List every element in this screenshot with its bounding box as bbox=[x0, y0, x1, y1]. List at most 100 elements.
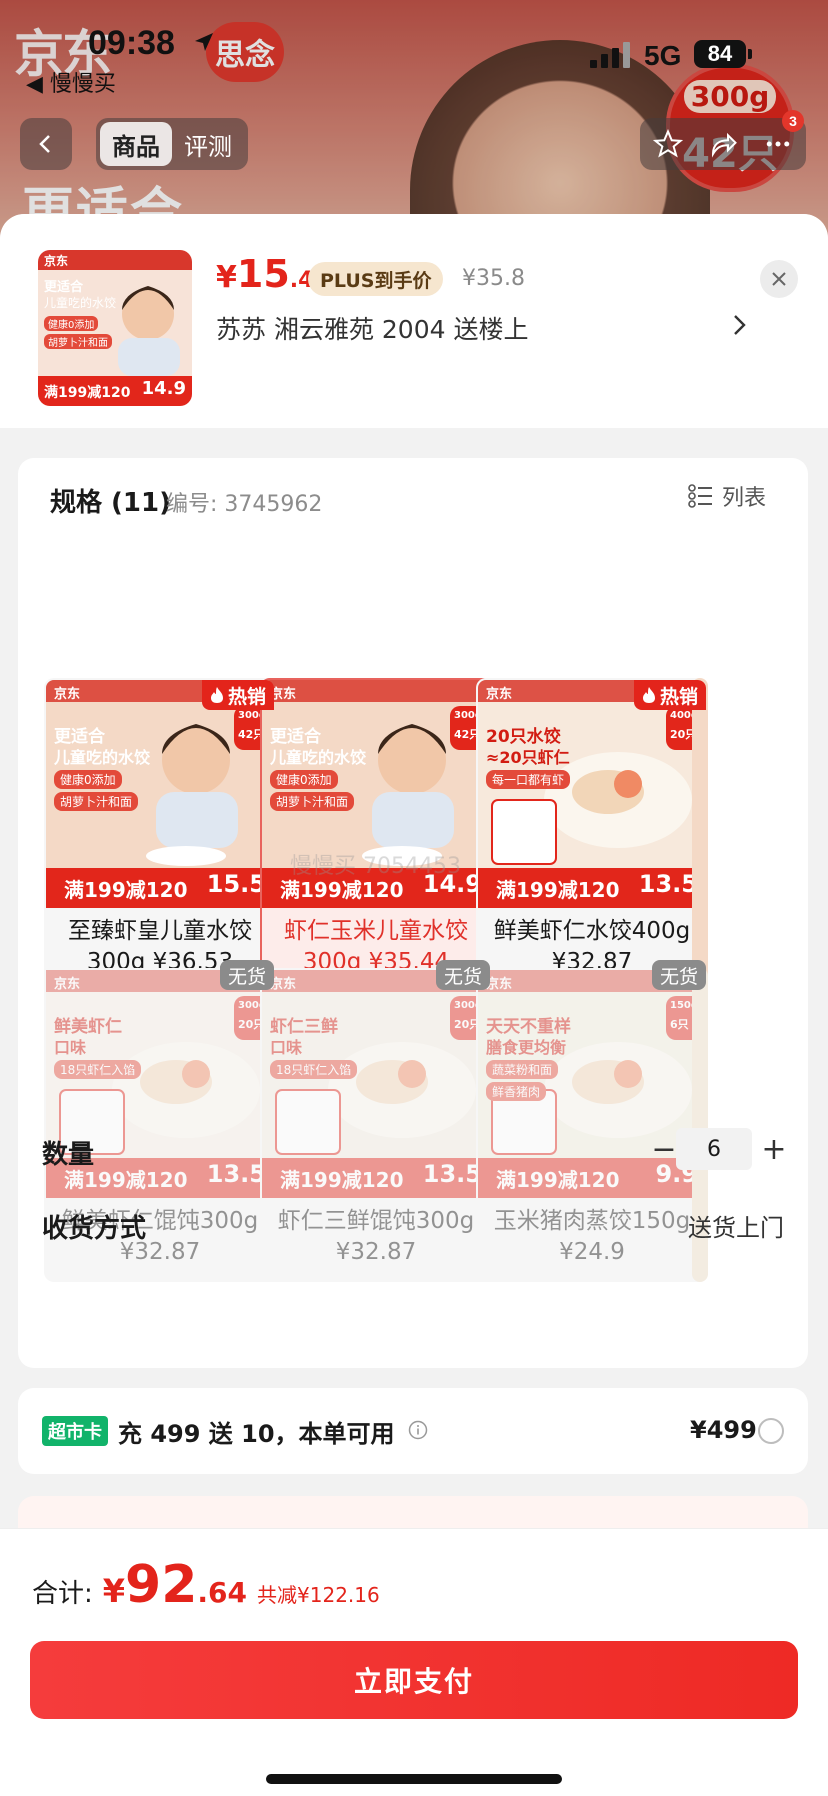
total-currency: ¥ bbox=[102, 1572, 126, 1610]
thumb-sub: 儿童吃的水饺 bbox=[44, 296, 117, 310]
market-offer-radio[interactable] bbox=[758, 1418, 784, 1444]
info-icon[interactable] bbox=[408, 1420, 428, 1440]
sku-image: 京东 20只水饺 ≈20只虾仁 每一口都有虾 400g 20只 满199减120 13.5 bbox=[478, 680, 706, 908]
battery-icon: 84 bbox=[694, 40, 752, 68]
sku-option-partial[interactable] bbox=[692, 678, 708, 992]
thumb-price: 14.9 bbox=[141, 378, 186, 399]
quantity-increment-button[interactable]: + bbox=[754, 1126, 794, 1172]
tab-review[interactable]: 评测 bbox=[172, 122, 244, 166]
list-icon bbox=[688, 484, 712, 508]
spec-card: 规格 (11) 编号: 3745962 列表 京东 更适合 儿童吃的水饺 健康0添加胡… bbox=[18, 458, 808, 1368]
close-button[interactable] bbox=[760, 260, 798, 298]
sku-tag: 胡萝卜汁和面 bbox=[270, 792, 355, 811]
sku-subhead: 膳食更均衡 bbox=[486, 1038, 567, 1057]
sku-option[interactable]: 京东 更适合 儿童吃的水饺 健康0添加 胡萝卜汁和面 300g 42只 满199减120 14.… bbox=[260, 678, 492, 992]
sheet-header: 京东 更适合 儿童吃的水饺 健康0添加 胡萝卜汁和面 满199减120 14.9… bbox=[0, 214, 828, 428]
market-card-offer[interactable]: 超市卡 充 499 送 10，本单可用 ¥499 bbox=[18, 1388, 808, 1474]
sku-subhead: 儿童吃的水饺 bbox=[270, 748, 367, 767]
network-type: 5G bbox=[644, 40, 682, 71]
sku-image-price: 13.5 bbox=[638, 870, 698, 898]
chevron-right-icon[interactable] bbox=[728, 312, 750, 338]
spec-title: 规格 (11) bbox=[50, 488, 171, 518]
plus-price-tag: PLUS到手价 bbox=[308, 262, 444, 296]
back-button[interactable] bbox=[20, 118, 72, 170]
message-count-badge: 3 bbox=[782, 110, 804, 132]
sku-image-price: 15.5 bbox=[206, 870, 266, 898]
close-icon bbox=[772, 272, 786, 286]
sku-subhead: ≈20只虾仁 bbox=[486, 748, 570, 767]
sku-subhead: 儿童吃的水饺 bbox=[54, 748, 151, 767]
thumb-promo: 满199减120 bbox=[44, 385, 131, 401]
price-integer: 15 bbox=[236, 252, 290, 296]
nav-tabs: 商品 评测 bbox=[96, 118, 248, 170]
status-time: 09:38 bbox=[88, 24, 175, 62]
star-icon[interactable] bbox=[652, 129, 683, 159]
sku-tag: 健康0添加 bbox=[270, 770, 338, 789]
pay-now-button[interactable]: 立即支付 bbox=[30, 1641, 798, 1719]
thumb-tag: 胡萝卜汁和面 bbox=[44, 334, 112, 349]
hot-sale-label: 热销 bbox=[227, 685, 266, 708]
hot-sale-badge: 热销 bbox=[201, 680, 274, 710]
total-price: ¥92.64 bbox=[103, 1555, 247, 1615]
sku-tag: 18只虾仁入馅 bbox=[54, 1060, 142, 1079]
sku-subhead: 口味 bbox=[270, 1038, 303, 1057]
original-price: ¥35.8 bbox=[462, 266, 525, 291]
shipping-value: 送货上门 bbox=[688, 1214, 784, 1242]
sku-name: 虾仁玉米儿童水饺 bbox=[284, 918, 468, 944]
status-bar: 09:38 ◀ 慢慢买 5G 84 bbox=[0, 0, 828, 97]
total-integer: 92 bbox=[125, 1555, 198, 1615]
currency-symbol: ¥ bbox=[216, 260, 237, 295]
more-icon[interactable] bbox=[763, 129, 793, 159]
total-label: 合计: bbox=[32, 1579, 93, 1609]
sku-promo: 满199减120 bbox=[496, 878, 620, 902]
hot-sale-badge: 热销 bbox=[633, 680, 706, 710]
location-arrow-icon bbox=[195, 33, 213, 51]
sku-name: 鲜美虾仁水饺400g bbox=[493, 918, 691, 944]
sku-image: 京东 更适合 儿童吃的水饺 健康0添加 胡萝卜汁和面 300g 42只 满199减120 15.… bbox=[46, 680, 274, 908]
share-icon[interactable] bbox=[708, 129, 738, 159]
total-discount: 共减¥122.16 bbox=[257, 1583, 380, 1607]
sku-option[interactable]: 京东 更适合 儿童吃的水饺 健康0添加 胡萝卜汁和面 300g 42只 满199减120 15.… bbox=[44, 678, 276, 992]
sku-tag: 鲜香猪肉 bbox=[486, 1082, 547, 1101]
nav-actions: 3 bbox=[640, 110, 806, 170]
chevron-left-icon bbox=[39, 135, 50, 153]
list-view-label: 列表 bbox=[722, 486, 767, 511]
quantity-row: 数量 − 6 + bbox=[42, 1126, 787, 1176]
sku-promo: 满199减120 bbox=[64, 878, 188, 902]
thumb-headline: 更适合 bbox=[44, 280, 84, 295]
sku-tag: 蔬菜粉和面 bbox=[486, 1060, 559, 1079]
sku-tag: 胡萝卜汁和面 bbox=[54, 792, 139, 811]
delivery-address[interactable]: 苏苏 湘云雅苑 2004 送楼上 bbox=[216, 310, 736, 346]
thumb-tag: 健康0添加 bbox=[44, 316, 99, 331]
hot-sale-label: 热销 bbox=[659, 685, 698, 708]
order-total: 合计: ¥92.64 共减¥122.16 bbox=[32, 1555, 380, 1615]
watermark: 慢慢买 7054453 bbox=[290, 854, 461, 879]
home-indicator[interactable] bbox=[266, 1774, 562, 1784]
sku-logo: 京东 bbox=[54, 687, 81, 702]
out-of-stock-badge: 无货 bbox=[435, 960, 490, 990]
tab-product[interactable]: 商品 bbox=[100, 122, 172, 166]
sku-option[interactable]: 京东 20只水饺 ≈20只虾仁 每一口都有虾 400g 20只 满199减120 13.5 热销… bbox=[476, 678, 708, 992]
out-of-stock-badge: 无货 bbox=[219, 960, 274, 990]
quantity-label: 数量 bbox=[42, 1140, 95, 1170]
sku-logo: 京东 bbox=[486, 687, 513, 702]
list-view-toggle[interactable]: 列表 bbox=[688, 480, 766, 512]
back-to-app-link[interactable]: ◀ 慢慢买 bbox=[26, 66, 116, 98]
out-of-stock-badge: 无货 bbox=[651, 960, 706, 990]
total-decimal: .64 bbox=[197, 1576, 248, 1609]
sku-tag: 18只虾仁入馅 bbox=[270, 1060, 358, 1079]
signal-icon bbox=[590, 42, 630, 68]
sku-tag: 每一口都有虾 bbox=[486, 770, 571, 789]
sku-name: 至臻虾皇儿童水饺 bbox=[68, 918, 252, 944]
shipping-row[interactable]: 收货方式 送货上门 bbox=[42, 1200, 784, 1250]
product-thumbnail: 京东 更适合 儿童吃的水饺 健康0添加 胡萝卜汁和面 满199减120 14.9 bbox=[38, 250, 192, 406]
sku-count: 6只 bbox=[670, 1018, 689, 1031]
thumb-logo: 京东 bbox=[44, 254, 69, 268]
flame-icon bbox=[210, 687, 223, 703]
spec-code: 编号: 3745962 bbox=[166, 492, 323, 517]
market-card-tag: 超市卡 bbox=[42, 1416, 108, 1446]
sku-subhead: 口味 bbox=[54, 1038, 87, 1057]
quantity-input[interactable]: 6 bbox=[676, 1128, 752, 1170]
flame-icon bbox=[642, 687, 655, 703]
sku-logo: 京东 bbox=[54, 977, 81, 992]
